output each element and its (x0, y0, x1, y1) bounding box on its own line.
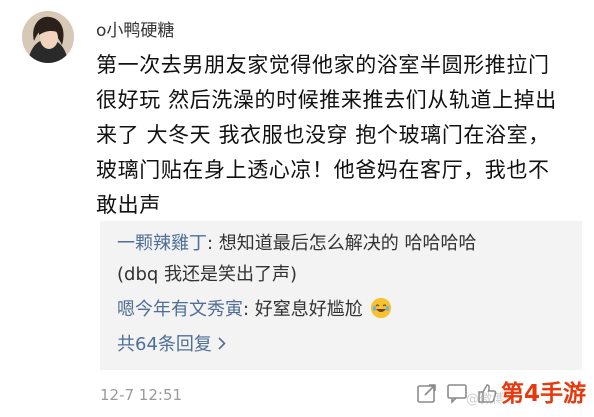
post-text-line: 很好玩 然后洗澡的时候推来推去们从轨道上掉出 (96, 88, 557, 112)
reply-item[interactable]: 嗯今年有文秀寅: 好窒息好尴尬 (117, 298, 391, 322)
avatar[interactable] (22, 11, 74, 63)
reply-item[interactable]: (dbq 我还是笑出了声) (117, 263, 297, 287)
reply-item[interactable]: 一颗辣雞丁: 想知道最后怎么解决的 哈哈哈哈 (117, 232, 477, 256)
post-text-line: 敢出声 (96, 193, 161, 217)
post-text-line: 来了 大冬天 我衣服也没穿 抱个玻璃门在浴室， (96, 123, 550, 147)
share-icon[interactable] (416, 382, 438, 408)
comment-icon[interactable] (446, 382, 468, 408)
chevron-right-icon (218, 333, 226, 357)
reply-text: : 想知道最后怎么解决的 哈哈哈哈 (207, 233, 477, 254)
post-text-line: 第一次去男朋友家觉得他家的浴室半圆形推拉门 (96, 53, 550, 77)
more-replies-label: 共64条回复 (117, 334, 212, 355)
post-username[interactable]: o小鸭硬糖 (96, 20, 174, 42)
replies-panel: 一颗辣雞丁: 想知道最后怎么解决的 哈哈哈哈 (dbq 我还是笑出了声) 嗯今年… (100, 221, 582, 370)
post-text: 第一次去男朋友家觉得他家的浴室半圆形推拉门 很好玩 然后洗澡的时候推来推去们从轨… (96, 48, 584, 223)
reply-text: : 好窒息好尴尬 (243, 299, 363, 320)
watermark: @微博 (466, 392, 506, 407)
site-logo: 第4手游 (500, 381, 586, 407)
post-timestamp: 12-7 12:51 (100, 386, 183, 404)
reply-text: (dbq 我还是笑出了声) (117, 264, 298, 285)
avatar-image (22, 11, 74, 63)
more-replies-link[interactable]: 共64条回复 (117, 333, 226, 357)
reply-username[interactable]: 一颗辣雞丁 (117, 233, 207, 254)
laughing-tears-emoji (370, 298, 391, 318)
post-text-line: 玻璃门贴在身上透心凉！他爸妈在客厅，我也不 (96, 158, 550, 182)
reply-username[interactable]: 嗯今年有文秀寅 (117, 299, 243, 320)
